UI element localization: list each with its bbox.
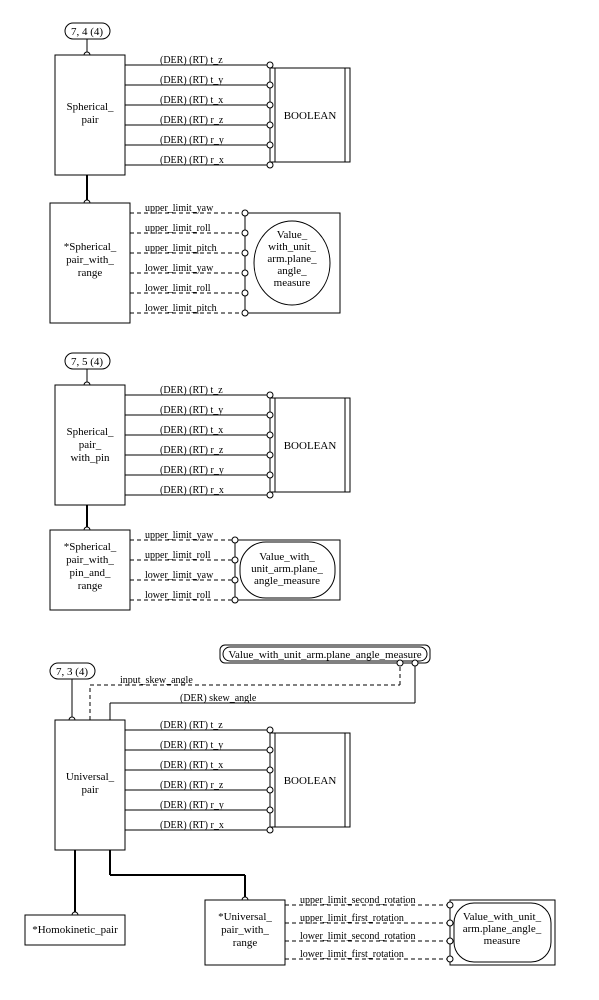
svg-text:lower_limit_roll: lower_limit_roll — [145, 590, 211, 601]
svg-text:(DER) (RT) r_x: (DER) (RT) r_x — [160, 820, 224, 831]
svg-text:(DER) (RT) t_y: (DER) (RT) t_y — [160, 740, 223, 751]
svg-text:BOOLEAN: BOOLEAN — [284, 775, 337, 787]
der-lines-3: (DER) (RT) t_z (DER) (RT) t_y (DER) (RT)… — [125, 720, 273, 833]
svg-text:(DER) (RT) t_z: (DER) (RT) t_z — [160, 720, 223, 731]
svg-text:upper_limit_yaw: upper_limit_yaw — [145, 203, 214, 214]
svg-text:(DER) (RT) r_z: (DER) (RT) r_z — [160, 445, 224, 456]
svg-text:(DER) (RT) t_y: (DER) (RT) t_y — [160, 405, 223, 416]
svg-text:(DER) (RT) r_y: (DER) (RT) r_y — [160, 465, 224, 476]
svg-text:(DER) (RT) t_z: (DER) (RT) t_z — [160, 385, 223, 396]
svg-text:upper_limit_first_rotation: upper_limit_first_rotation — [300, 913, 404, 924]
svg-text:(DER) (RT) r_z: (DER) (RT) r_z — [160, 780, 224, 791]
pageref-text: 7, 4 (4) — [71, 26, 103, 38]
svg-text:Value_with_unit_arm.plane_angl: Value_with_unit_arm.plane_angle_measure — [251, 551, 323, 587]
svg-text:lower_limit_yaw: lower_limit_yaw — [145, 570, 214, 581]
svg-text:(DER) (RT) t_x: (DER) (RT) t_x — [160, 95, 223, 106]
opt-attrs-uni-range: upper_limit_second_rotation upper_limit_… — [285, 895, 453, 962]
opt-attrs-sph-pin-range: upper_limit_yaw upper_limit_roll lower_l… — [130, 530, 238, 603]
svg-text:(DER) (RT) t_x: (DER) (RT) t_x — [160, 760, 223, 771]
svg-text:(DER) (RT) r_x: (DER) (RT) r_x — [160, 155, 224, 166]
svg-text:upper_limit_roll: upper_limit_roll — [145, 550, 211, 561]
svg-text:upper_limit_second_rotation: upper_limit_second_rotation — [300, 895, 416, 906]
svg-text:upper_limit_pitch: upper_limit_pitch — [145, 243, 217, 254]
svg-text:(DER) (RT) r_z: (DER) (RT) r_z — [160, 115, 224, 126]
der-lines-1: (DER) (RT) t_z (DER) (RT) t_y (DER) (RT)… — [125, 55, 273, 168]
svg-text:Value_with_unit_arm.plane_angl: Value_with_unit_arm.plane_angle_measure — [228, 649, 421, 661]
svg-text:lower_limit_second_rotation: lower_limit_second_rotation — [300, 931, 416, 942]
svg-text:upper_limit_roll: upper_limit_roll — [145, 223, 211, 234]
svg-text:7, 5 (4): 7, 5 (4) — [71, 356, 103, 368]
label-boolean-1: BOOLEAN — [284, 110, 337, 122]
svg-text:lower_limit_yaw: lower_limit_yaw — [145, 263, 214, 274]
svg-text:7, 3 (4): 7, 3 (4) — [56, 666, 88, 678]
svg-text:upper_limit_yaw: upper_limit_yaw — [145, 530, 214, 541]
svg-text:lower_limit_first_rotation: lower_limit_first_rotation — [300, 949, 404, 960]
svg-text:(DER) (RT) r_y: (DER) (RT) r_y — [160, 800, 224, 811]
svg-text:input_skew_angle: input_skew_angle — [120, 675, 193, 686]
svg-text:lower_limit_roll: lower_limit_roll — [145, 283, 211, 294]
svg-text:lower_limit_pitch: lower_limit_pitch — [145, 303, 217, 314]
svg-text:*Homokinetic_pair: *Homokinetic_pair — [32, 924, 118, 936]
svg-text:(DER) (RT) t_x: (DER) (RT) t_x — [160, 425, 223, 436]
svg-text:(DER) (RT) r_y: (DER) (RT) r_y — [160, 135, 224, 146]
svg-text:(DER) skew_angle: (DER) skew_angle — [180, 693, 257, 704]
svg-text:(DER) (RT) r_x: (DER) (RT) r_x — [160, 485, 224, 496]
svg-text:(DER) (RT) t_y: (DER) (RT) t_y — [160, 75, 223, 86]
svg-text:(DER) (RT) t_z: (DER) (RT) t_z — [160, 55, 223, 66]
der-lines-2: (DER) (RT) t_z (DER) (RT) t_y (DER) (RT)… — [125, 385, 273, 498]
opt-attrs-sph-range: upper_limit_yaw upper_limit_roll upper_l… — [130, 203, 248, 316]
svg-text:BOOLEAN: BOOLEAN — [284, 440, 337, 452]
